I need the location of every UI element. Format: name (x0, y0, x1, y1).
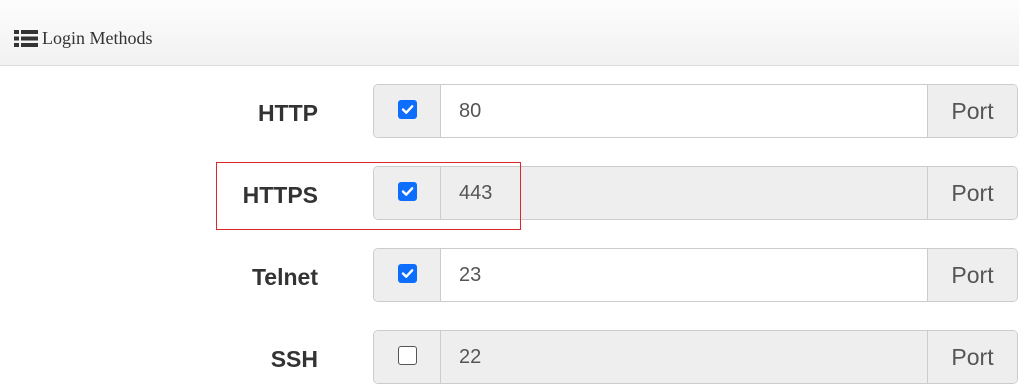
method-label-http: HTTP (257, 100, 318, 126)
http-enable-checkbox[interactable] (398, 100, 417, 119)
checkmark-icon (401, 187, 414, 196)
method-label-https: HTTPS (242, 182, 318, 208)
http-port-input[interactable] (441, 85, 927, 137)
ssh-port-addon: Port (927, 331, 1017, 383)
http-port-addon: Port (927, 85, 1017, 137)
list-icon (14, 30, 38, 47)
telnet-checkbox-addon (374, 249, 441, 301)
login-method-row-http: HTTP Port (0, 84, 1019, 138)
login-method-row-telnet: Telnet Port (0, 248, 1019, 302)
https-checkbox-addon (374, 167, 441, 219)
checkmark-icon (401, 269, 414, 278)
method-label-telnet: Telnet (251, 264, 318, 290)
https-enable-checkbox[interactable] (398, 182, 417, 201)
telnet-input-group: Port (373, 248, 1018, 302)
login-method-row-ssh: SSH Port (0, 330, 1019, 384)
https-port-addon: Port (927, 167, 1017, 219)
panel-header: Login Methods (0, 0, 1019, 66)
ssh-enable-checkbox[interactable] (398, 346, 417, 365)
checkmark-icon (401, 105, 414, 114)
ssh-checkbox-addon (374, 331, 441, 383)
ssh-port-input (441, 331, 927, 383)
https-input-group: Port (373, 166, 1018, 220)
ssh-input-group: Port (373, 330, 1018, 384)
login-method-row-https: HTTPS Port (0, 166, 1019, 220)
https-port-input (441, 167, 927, 219)
telnet-port-input[interactable] (441, 249, 927, 301)
http-input-group: Port (373, 84, 1018, 138)
telnet-port-addon: Port (927, 249, 1017, 301)
method-label-ssh: SSH (270, 346, 318, 372)
panel-title: Login Methods (42, 28, 153, 48)
telnet-enable-checkbox[interactable] (398, 264, 417, 283)
http-checkbox-addon (374, 85, 441, 137)
